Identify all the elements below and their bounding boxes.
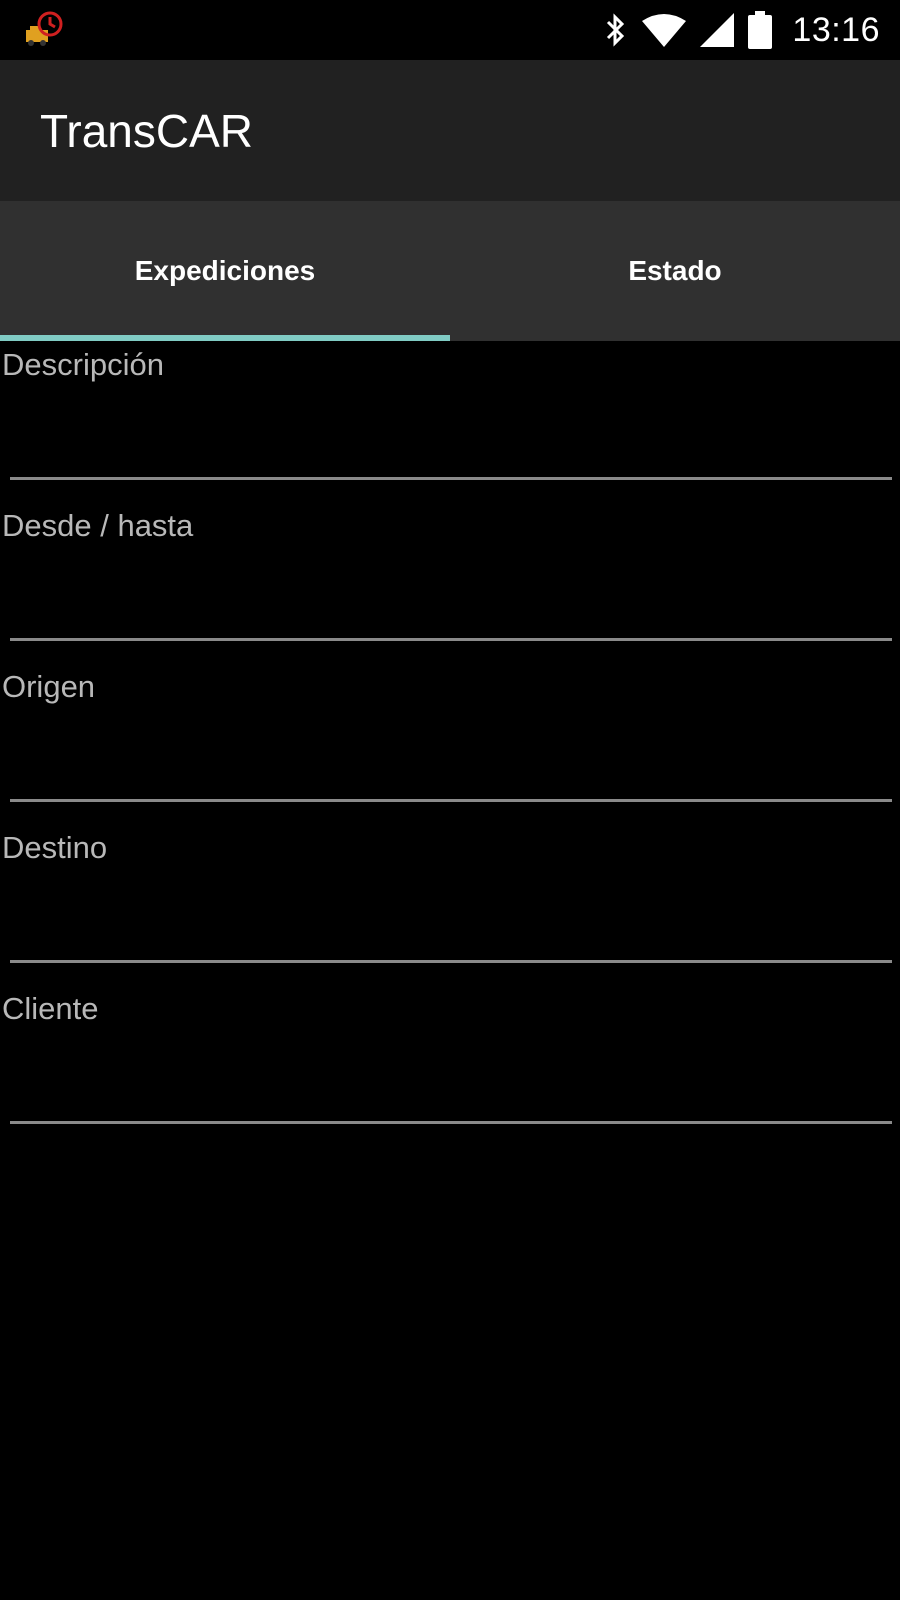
descripcion-input[interactable]	[10, 401, 892, 461]
field-origen-label: Origen	[2, 669, 96, 704]
field-underline	[10, 799, 892, 802]
app-title: TransCAR	[40, 105, 253, 157]
field-underline	[10, 960, 892, 963]
tab-estado[interactable]: Estado	[450, 201, 900, 341]
destino-input[interactable]	[10, 884, 892, 944]
status-icons: 13:16	[604, 0, 880, 60]
transcar-notification-icon	[24, 10, 66, 48]
field-desde-hasta: Desde / hasta	[0, 502, 900, 663]
field-cliente-label: Cliente	[2, 991, 99, 1026]
battery-icon	[748, 11, 773, 49]
wifi-icon	[642, 13, 687, 47]
desde-hasta-input[interactable]	[10, 562, 892, 622]
tab-expediciones[interactable]: Expediciones	[0, 201, 450, 341]
bluetooth-icon	[604, 12, 628, 48]
status-bar: 13:16	[0, 0, 900, 60]
expedicion-form: Descripción Desde / hasta Origen Destino…	[0, 341, 900, 1146]
cliente-input[interactable]	[10, 1045, 892, 1105]
field-destino: Destino	[0, 824, 900, 985]
cell-signal-icon	[700, 13, 735, 47]
field-underline	[10, 1121, 892, 1124]
field-origen: Origen	[0, 663, 900, 824]
field-descripcion: Descripción	[0, 341, 900, 502]
status-time: 13:16	[792, 10, 880, 49]
field-underline	[10, 477, 892, 480]
field-underline	[10, 638, 892, 641]
field-destino-label: Destino	[2, 830, 108, 865]
tab-estado-label: Estado	[628, 255, 722, 286]
tab-expediciones-label: Expediciones	[134, 255, 316, 286]
field-cliente: Cliente	[0, 985, 900, 1146]
field-descripcion-label: Descripción	[2, 347, 164, 382]
app-bar: TransCAR	[0, 60, 900, 201]
origen-input[interactable]	[10, 723, 892, 783]
tab-bar: Expediciones Estado	[0, 201, 900, 341]
field-desde-hasta-label: Desde / hasta	[2, 508, 194, 543]
